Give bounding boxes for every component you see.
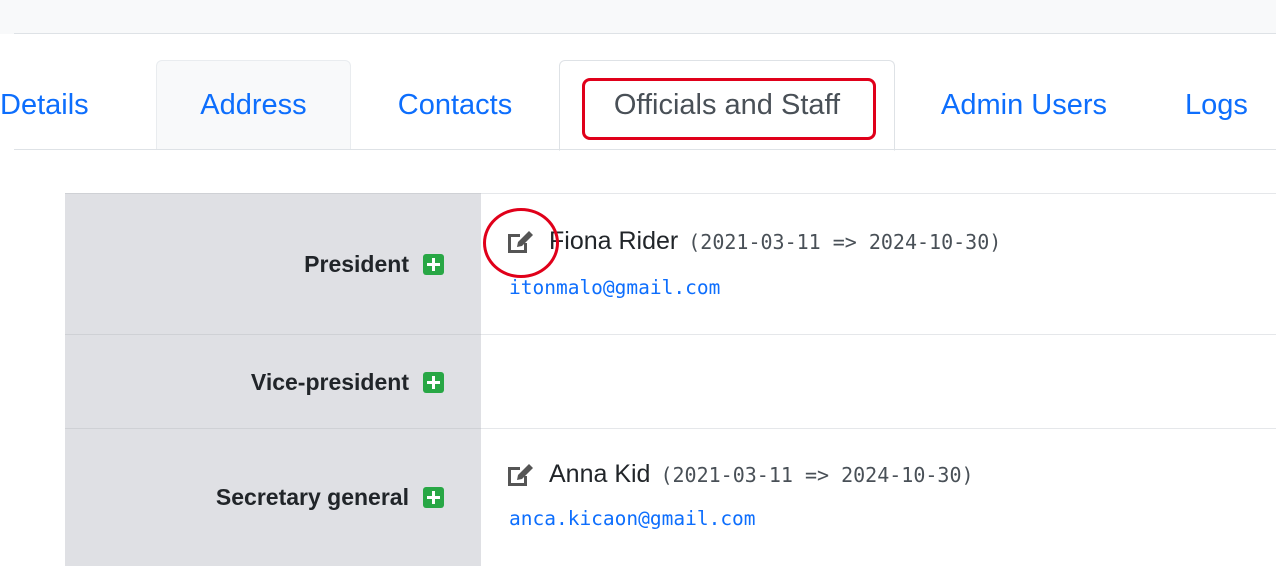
official-dates: (2021-03-11 => 2024-10-30) bbox=[688, 229, 1002, 254]
role-label-cell: Vice-president bbox=[65, 335, 481, 429]
role-label: President bbox=[304, 251, 409, 277]
tab-label: Contacts bbox=[397, 88, 513, 121]
tab-bar: Details Address Contacts Officials and S… bbox=[0, 60, 1276, 151]
top-divider bbox=[14, 33, 1276, 34]
official-email-link[interactable]: anca.kicaon@gmail.com bbox=[509, 507, 756, 530]
table-row-secretary-general: Secretary general Anna Kid (2021-03-11 =… bbox=[65, 429, 1276, 566]
role-label: Vice-president bbox=[250, 368, 409, 395]
role-label-cell: Secretary general bbox=[65, 429, 481, 566]
tab-label: Address bbox=[200, 89, 307, 121]
tab-label: Officials and Staff bbox=[613, 89, 841, 121]
official-email-link[interactable]: itonmalo@gmail.com bbox=[509, 276, 720, 299]
official-cell: Fiona Rider (2021-03-11 => 2024-10-30) i… bbox=[481, 194, 1276, 335]
table-row-vice-president: Vice-president bbox=[65, 335, 1276, 429]
edit-icon[interactable] bbox=[505, 229, 535, 255]
officials-table: President Fiona Rider (2021-03-11 => 202… bbox=[65, 193, 1276, 566]
edit-icon[interactable] bbox=[505, 462, 535, 488]
tabs-baseline bbox=[14, 149, 1276, 150]
tab-admin-users[interactable]: Admin Users bbox=[895, 60, 1153, 150]
tab-label: Logs bbox=[1185, 88, 1248, 121]
tab-logs[interactable]: Logs bbox=[1153, 60, 1276, 150]
role-label-cell: President bbox=[65, 194, 481, 335]
official-cell-empty bbox=[481, 335, 1276, 429]
tab-officials-and-staff[interactable]: Officials and Staff bbox=[559, 60, 895, 151]
official-dates: (2021-03-11 => 2024-10-30) bbox=[660, 462, 974, 487]
add-official-icon[interactable] bbox=[423, 254, 444, 275]
role-label: Secretary general bbox=[215, 484, 409, 510]
official-name: Anna Kid bbox=[549, 460, 651, 488]
top-bar bbox=[0, 0, 1276, 34]
tab-details[interactable]: Details bbox=[0, 60, 143, 150]
official-name: Fiona Rider bbox=[549, 227, 679, 255]
official-line: Anna Kid (2021-03-11 => 2024-10-30) bbox=[505, 460, 974, 489]
add-official-icon[interactable] bbox=[423, 487, 444, 508]
add-official-icon[interactable] bbox=[423, 371, 444, 393]
official-line: Fiona Rider (2021-03-11 => 2024-10-30) bbox=[505, 227, 1001, 256]
table-row-president: President Fiona Rider (2021-03-11 => 202… bbox=[65, 194, 1276, 335]
tab-label: Details bbox=[0, 88, 89, 121]
tab-label: Admin Users bbox=[941, 88, 1107, 121]
tab-address[interactable]: Address bbox=[156, 60, 351, 150]
tab-contacts[interactable]: Contacts bbox=[351, 60, 559, 150]
official-cell: Anna Kid (2021-03-11 => 2024-10-30) anca… bbox=[481, 429, 1276, 566]
